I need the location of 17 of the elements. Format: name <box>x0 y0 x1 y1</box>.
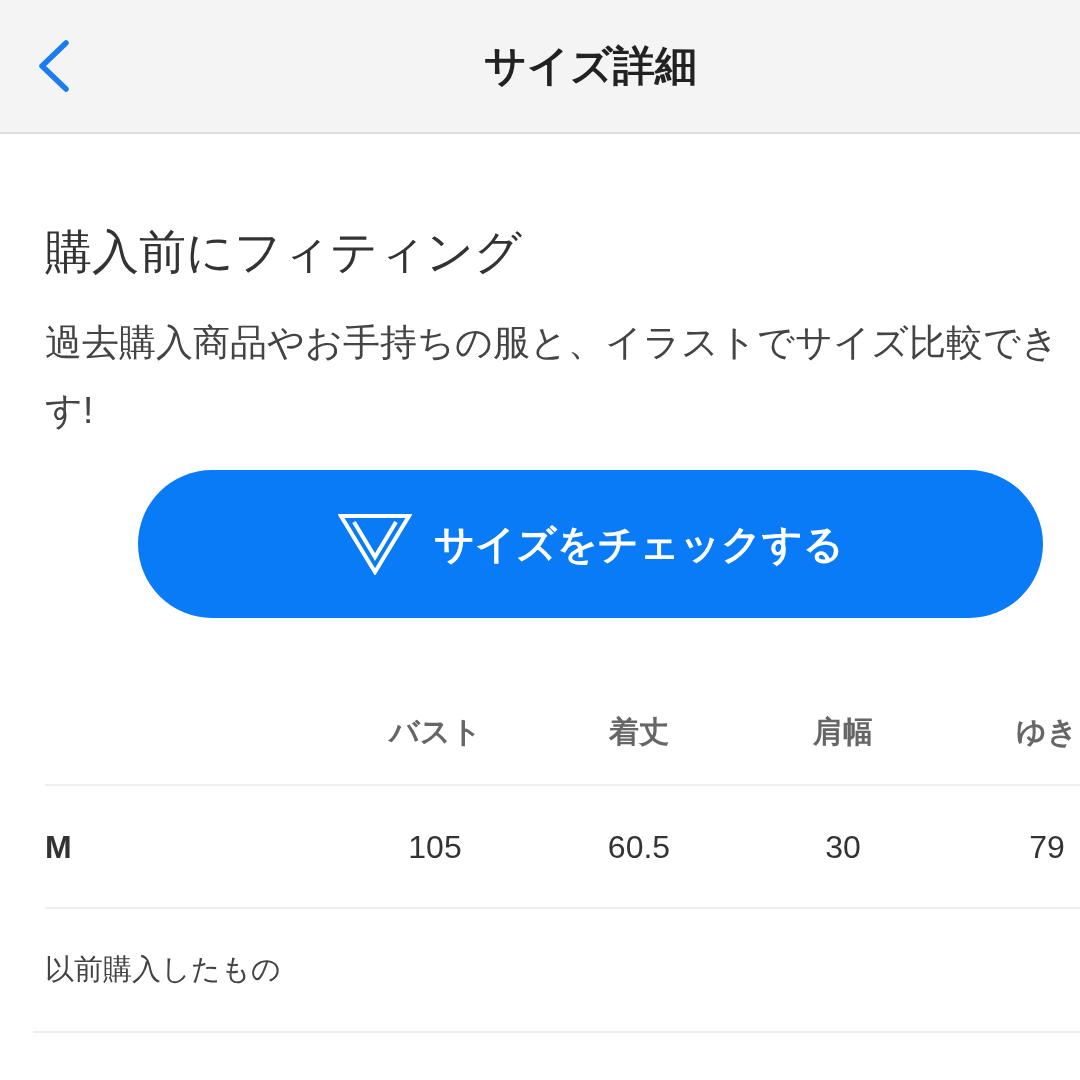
table-cell-text: 79 <box>1029 827 1065 867</box>
table-cell-text: 30 <box>825 827 861 867</box>
section-label: 以前購入したもの <box>45 952 281 988</box>
check-size-button[interactable]: サイズをチェックする <box>138 470 1043 618</box>
description-text: す! <box>45 389 94 433</box>
table-cell-text: 60.5 <box>607 827 671 867</box>
size-label: M <box>45 827 72 867</box>
column-header: 肩幅 <box>813 713 873 750</box>
table-cell-text: 105 <box>408 827 462 867</box>
page-title: サイズ詳細 <box>483 41 697 91</box>
v-logo-icon <box>337 513 412 575</box>
column-header: 着丈 <box>609 713 669 750</box>
column-header: ゆき <box>1016 713 1078 750</box>
section-heading: 購入前にフィティング <box>45 224 523 280</box>
description-text: 過去購入商品やお手持ちの服と、イラストでサイズ比較でき <box>45 321 1059 365</box>
column-header: バスト <box>388 713 482 750</box>
back-chevron-icon <box>38 40 70 92</box>
